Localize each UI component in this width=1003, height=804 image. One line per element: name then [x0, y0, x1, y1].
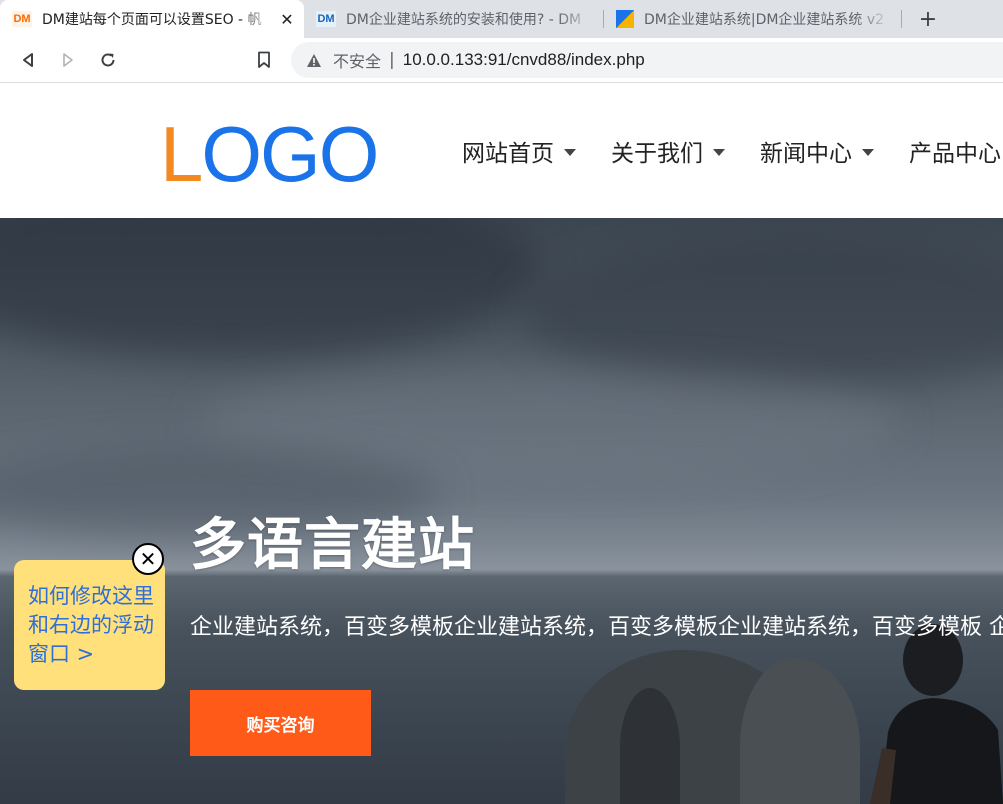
nav-item-about[interactable]: 关于我们: [611, 134, 725, 168]
bookmark-button[interactable]: [250, 46, 278, 74]
cloud-shape: [520, 238, 1003, 388]
dm-blue-icon: DM: [316, 11, 336, 27]
tab-title: DM企业建站系统的安装和使用? - DM: [346, 12, 582, 28]
security-label[interactable]: 不安全: [333, 48, 381, 72]
nav-item-label: 关于我们: [611, 141, 703, 167]
address-divider: |: [389, 50, 395, 70]
tab-title: DM建站每个页面可以设置SEO - 帆: [42, 12, 262, 28]
caret-down-icon: [713, 148, 725, 156]
purchase-inquiry-button[interactable]: 购买咨询: [190, 690, 371, 756]
new-tab-button[interactable]: +: [914, 5, 942, 33]
floating-panel-text[interactable]: 如何修改这里和右边的浮动窗口 >: [28, 582, 160, 669]
close-icon[interactable]: ✕: [278, 10, 296, 29]
tab-dm-install[interactable]: DM DM企业建站系统的安装和使用? - DM: [304, 0, 602, 38]
address-bar[interactable]: 不安全 | 10.0.0.133:91/cnvd88/index.php: [291, 42, 1003, 78]
caret-down-icon: [862, 148, 874, 156]
site-image-icon: [616, 10, 634, 28]
hero-subtitle: 企业建站系统，百变多模板企业建站系统，百变多模板企业建站系统，百变多模板 企业建…: [190, 615, 1003, 640]
rock-shape: [620, 688, 680, 804]
tab-separator: [901, 10, 902, 28]
dm-orange-icon: DM: [12, 11, 32, 27]
bookmark-icon: [258, 51, 270, 68]
logo-letter: L: [160, 110, 203, 198]
tab-strip: DM DM建站每个页面可以设置SEO - 帆 ✕ DM DM企业建站系统的安装和…: [0, 0, 1003, 38]
warning-icon[interactable]: [305, 51, 323, 69]
reload-icon: [101, 53, 115, 67]
tab-dm-system[interactable]: DM企业建站系统|DM企业建站系统 v2: [604, 0, 900, 38]
tab-dm-seo[interactable]: DM DM建站每个页面可以设置SEO - 帆 ✕: [0, 0, 304, 38]
hero-banner: 多语言建站 企业建站系统，百变多模板企业建站系统，百变多模板企业建站系统，百变多…: [0, 218, 1003, 804]
nav-item-label: 新闻中心: [760, 141, 852, 167]
nav-item-label: 产品中心: [909, 141, 1001, 167]
hero-title: 多语言建站: [190, 513, 475, 578]
site-logo[interactable]: LOGO: [160, 109, 379, 199]
site-header: LOGO 网站首页 关于我们 新闻中心 产品中心: [0, 84, 1003, 218]
back-icon: [23, 53, 33, 67]
reload-button[interactable]: [94, 46, 122, 74]
cloud-shape: [0, 218, 540, 358]
floating-help-panel[interactable]: 如何修改这里和右边的浮动窗口 >: [14, 560, 165, 690]
nav-item-home[interactable]: 网站首页: [462, 134, 576, 168]
forward-icon: [63, 53, 73, 67]
close-icon[interactable]: ✕: [132, 543, 164, 575]
tab-title: DM企业建站系统|DM企业建站系统 v2: [644, 12, 885, 28]
person-silhouette: [870, 624, 1003, 804]
nav-item-news[interactable]: 新闻中心: [760, 134, 874, 168]
browser-toolbar: 不安全 | 10.0.0.133:91/cnvd88/index.php: [0, 38, 1003, 83]
main-nav: 网站首页 关于我们 新闻中心 产品中心: [462, 134, 1003, 168]
nav-item-products[interactable]: 产品中心: [909, 134, 1001, 168]
caret-down-icon: [564, 148, 576, 156]
logo-letters: OGO: [201, 110, 379, 198]
nav-item-label: 网站首页: [462, 141, 554, 167]
url-text[interactable]: 10.0.0.133:91/cnvd88/index.php: [403, 50, 645, 70]
forward-button[interactable]: [54, 46, 82, 74]
back-button[interactable]: [14, 46, 42, 74]
